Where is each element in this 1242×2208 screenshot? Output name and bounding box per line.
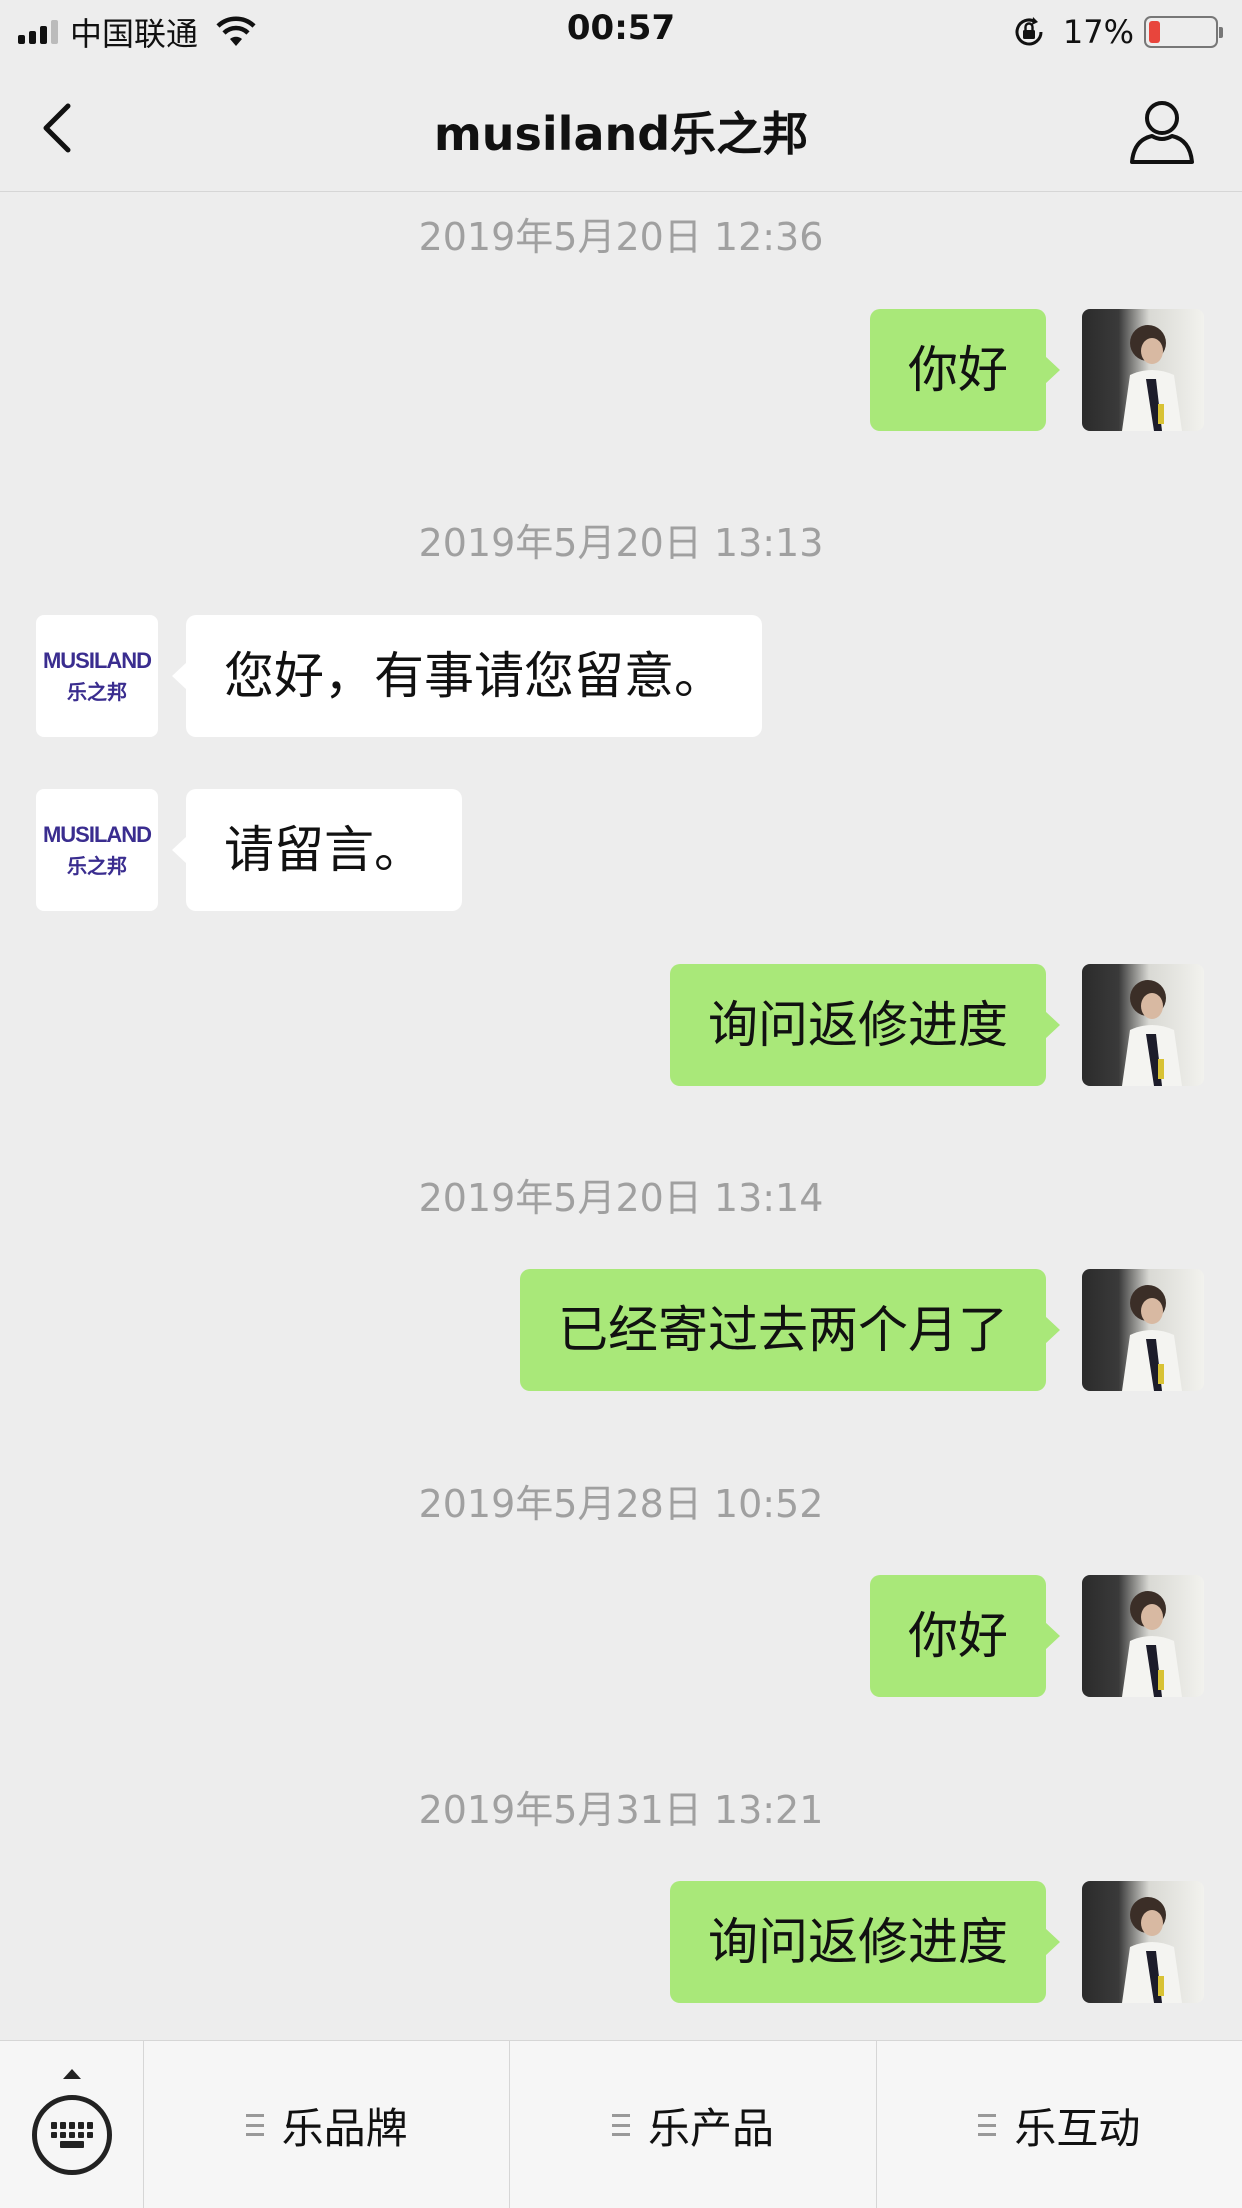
rotation-lock-icon [1015,17,1043,46]
timestamp: 2019年5月20日 12:36 [418,215,824,259]
brand-logo-text: MUSILAND [42,821,152,847]
menu-item-interact[interactable]: 乐互动 [877,2041,1242,2208]
person-icon[interactable] [1122,92,1202,172]
battery-level [1149,21,1160,43]
incoming-message[interactable]: 您好，有事请您留意。 [172,615,762,737]
keyboard-icon [32,2095,112,2175]
status-bar: 中国联通 00:57 17% [0,0,1242,64]
timestamp: 2019年5月20日 13:14 [418,1176,824,1220]
nav-bar: musiland乐之邦 [0,64,1242,192]
outgoing-message[interactable]: 已经寄过去两个月了 [520,1269,1060,1391]
menu-lines-icon [978,2114,997,2136]
menu-item-label: 乐品牌 [281,2103,408,2153]
keyboard-toggle-button[interactable] [0,2041,144,2208]
menu-item-label: 乐互动 [1014,2103,1141,2153]
menu-lines-icon [611,2114,630,2136]
outgoing-message[interactable]: 你好 [870,309,1060,431]
brand-avatar[interactable]: MUSILAND 乐之邦 [36,789,158,911]
outgoing-message[interactable]: 你好 [870,1575,1060,1697]
brand-logo-text: MUSILAND [42,647,152,673]
menu-item-label: 乐产品 [647,2103,774,2153]
user-avatar[interactable] [1082,309,1204,431]
outgoing-message[interactable]: 询问返修进度 [670,964,1060,1086]
expand-arrow-icon [63,2069,81,2079]
brand-avatar[interactable]: MUSILAND 乐之邦 [36,615,158,737]
brand-logo-subtext: 乐之邦 [67,679,127,704]
battery-icon [1144,16,1223,48]
user-avatar[interactable] [1082,1575,1204,1697]
timestamp: 2019年5月20日 13:13 [418,521,824,565]
menu-lines-icon [245,2114,264,2136]
user-avatar[interactable] [1082,964,1204,1086]
timestamp: 2019年5月28日 10:52 [418,1482,824,1526]
bottom-menu-bar: 乐品牌 乐产品 乐互动 [0,2040,1242,2208]
user-avatar[interactable] [1082,1269,1204,1391]
incoming-message[interactable]: 请留言。 [172,789,462,911]
status-right: 17% [1011,10,1223,54]
timestamp: 2019年5月31日 13:21 [418,1788,824,1832]
menu-item-products[interactable]: 乐产品 [510,2041,877,2208]
brand-logo-subtext: 乐之邦 [67,853,127,878]
battery-percent: 17% [1062,13,1134,51]
menu-item-brand[interactable]: 乐品牌 [144,2041,511,2208]
user-avatar[interactable] [1082,1881,1204,2003]
outgoing-message[interactable]: 询问返修进度 [670,1881,1060,2003]
chat-title: musiland乐之邦 [433,107,809,161]
chat-area[interactable]: 2019年5月20日 12:36 你好 2019年5月20日 13:13 MUS… [0,192,1242,2040]
